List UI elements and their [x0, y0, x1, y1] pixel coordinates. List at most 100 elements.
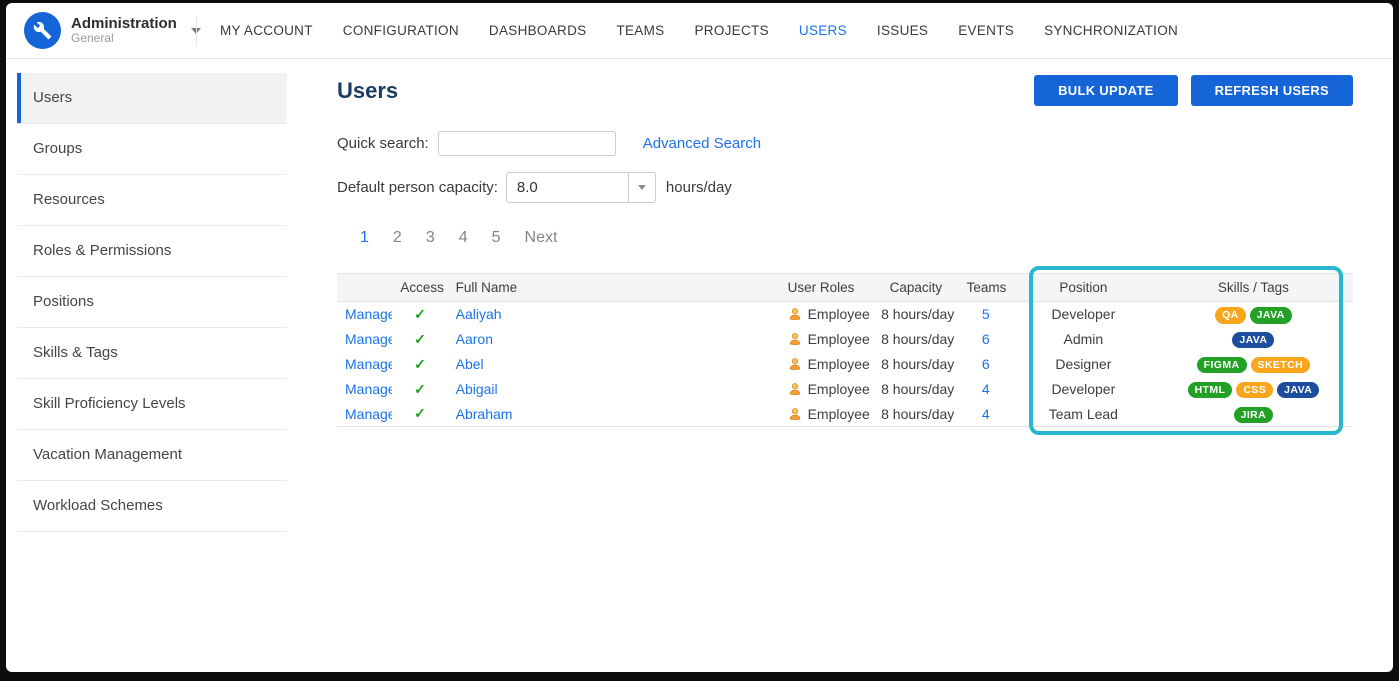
app-logo: [24, 12, 61, 49]
user-role-label: Employee: [808, 331, 870, 347]
nav-item-configuration[interactable]: CONFIGURATION: [343, 23, 459, 38]
quick-search-row: Quick search: Advanced Search: [337, 131, 1353, 156]
user-role-cell: Employee: [788, 406, 866, 422]
nav-item-issues[interactable]: ISSUES: [877, 23, 928, 38]
app-switcher[interactable]: Administration General: [6, 12, 196, 49]
skills-cell: JAVA: [1154, 327, 1353, 352]
skills-cell: HTMLCSSJAVA: [1154, 377, 1353, 402]
skill-badge-jira: JIRA: [1234, 407, 1274, 424]
pagination-page-2[interactable]: 2: [393, 229, 402, 247]
access-check-icon: ✓: [414, 331, 426, 347]
sidebar-item-skill-proficiency-levels[interactable]: Skill Proficiency Levels: [17, 379, 287, 430]
sidebar-item-positions[interactable]: Positions: [17, 277, 287, 328]
teams-count-link[interactable]: 4: [982, 406, 990, 422]
teams-count-link[interactable]: 6: [982, 331, 990, 347]
header-buttons: BULK UPDATE REFRESH USERS: [1034, 75, 1353, 106]
nav-item-users[interactable]: USERS: [799, 23, 847, 38]
person-icon: [788, 382, 802, 396]
full-name-link[interactable]: Aaliyah: [456, 306, 502, 322]
position-cell: Developer: [1051, 381, 1115, 397]
teams-count-link[interactable]: 6: [982, 356, 990, 372]
nav-item-events[interactable]: EVENTS: [958, 23, 1014, 38]
skill-badge-java: JAVA: [1250, 307, 1292, 324]
capacity-dropdown-button[interactable]: [628, 173, 655, 202]
user-role-cell: Employee: [788, 356, 866, 372]
skill-badge-qa: QA: [1215, 307, 1246, 324]
nav-item-teams[interactable]: TEAMS: [616, 23, 664, 38]
users-table-wrap: Access Full Name User Roles Capacity Tea…: [337, 273, 1353, 427]
full-name-link[interactable]: Aaron: [456, 331, 493, 347]
sidebar-item-roles-permissions[interactable]: Roles & Permissions: [17, 226, 287, 277]
position-cell: Team Lead: [1049, 406, 1118, 422]
manage-link[interactable]: Manage: [345, 331, 392, 347]
pagination-next[interactable]: Next: [525, 229, 558, 247]
sidebar-item-skills-tags[interactable]: Skills & Tags: [17, 328, 287, 379]
nav-item-dashboards[interactable]: DASHBOARDS: [489, 23, 587, 38]
app-title-block: Administration General: [71, 15, 177, 46]
teams-count-link[interactable]: 4: [982, 381, 990, 397]
col-header-skills: Skills / Tags: [1154, 274, 1353, 302]
access-check-icon: ✓: [414, 381, 426, 397]
full-name-link[interactable]: Abraham: [456, 406, 513, 422]
manage-link[interactable]: Manage: [345, 406, 392, 422]
full-name-link[interactable]: Abel: [456, 356, 484, 372]
refresh-users-button[interactable]: REFRESH USERS: [1191, 75, 1353, 106]
pagination-pages: 1 2 3 4 5: [360, 229, 501, 247]
pagination: 1 2 3 4 5 Next: [337, 229, 1353, 247]
quick-search-input[interactable]: [438, 131, 616, 156]
col-header-full-name: Full Name: [448, 274, 780, 302]
nav-item-synchronization[interactable]: SYNCHRONIZATION: [1044, 23, 1178, 38]
bulk-update-button[interactable]: BULK UPDATE: [1034, 75, 1178, 106]
user-role-label: Employee: [808, 356, 870, 372]
full-name-link[interactable]: Abigail: [456, 381, 498, 397]
person-icon: [788, 332, 802, 346]
app-window: Administration General MY ACCOUNT CONFIGU…: [6, 3, 1393, 672]
advanced-search-link[interactable]: Advanced Search: [643, 135, 761, 152]
skill-badge-java: JAVA: [1232, 332, 1274, 349]
access-check-icon: ✓: [414, 356, 426, 372]
nav-item-projects[interactable]: PROJECTS: [694, 23, 768, 38]
capacity-value[interactable]: 8.0: [507, 173, 628, 202]
pagination-page-5[interactable]: 5: [492, 229, 501, 247]
manage-link[interactable]: Manage: [345, 381, 392, 397]
pagination-page-4[interactable]: 4: [459, 229, 468, 247]
table-row: Manage ✓ Aaliyah Employee 8 hours/day 5 …: [337, 302, 1353, 327]
sidebar-item-groups[interactable]: Groups: [17, 124, 287, 175]
wrench-icon: [33, 21, 52, 40]
access-check-icon: ✓: [414, 405, 426, 421]
sidebar-item-vacation-management[interactable]: Vacation Management: [17, 430, 287, 481]
person-icon: [788, 307, 802, 321]
quick-search-label: Quick search:: [337, 135, 429, 152]
teams-count-link[interactable]: 5: [982, 306, 990, 322]
capacity-cell: 8 hours/day: [881, 306, 954, 322]
users-table: Access Full Name User Roles Capacity Tea…: [337, 273, 1353, 427]
top-bar: Administration General MY ACCOUNT CONFIGU…: [6, 3, 1393, 59]
sidebar: UsersGroupsResourcesRoles & PermissionsP…: [6, 59, 287, 671]
table-header-row: Access Full Name User Roles Capacity Tea…: [337, 274, 1353, 302]
capacity-select[interactable]: 8.0: [506, 172, 656, 203]
position-cell: Developer: [1051, 306, 1115, 322]
manage-link[interactable]: Manage: [345, 306, 392, 322]
pagination-page-1[interactable]: 1: [360, 229, 369, 247]
col-header-user-roles: User Roles: [780, 274, 874, 302]
main-header: Users BULK UPDATE REFRESH USERS: [337, 75, 1353, 106]
capacity-unit: hours/day: [666, 179, 732, 196]
position-cell: Admin: [1064, 331, 1104, 347]
pagination-page-3[interactable]: 3: [426, 229, 435, 247]
manage-link[interactable]: Manage: [345, 356, 392, 372]
sidebar-item-users[interactable]: Users: [17, 73, 287, 124]
col-header-access: Access: [392, 274, 447, 302]
user-role-cell: Employee: [788, 331, 866, 347]
user-role-label: Employee: [808, 306, 870, 322]
nav-item-my-account[interactable]: MY ACCOUNT: [220, 23, 313, 38]
sidebar-item-resources[interactable]: Resources: [17, 175, 287, 226]
person-icon: [788, 407, 802, 421]
sidebar-item-workload-schemes[interactable]: Workload Schemes: [17, 481, 287, 532]
topbar-divider: [196, 16, 197, 46]
skill-badge-figma: FIGMA: [1197, 357, 1247, 374]
app-title: Administration: [71, 15, 177, 32]
user-role-label: Employee: [808, 381, 870, 397]
col-header-capacity: Capacity: [873, 274, 959, 302]
access-check-icon: ✓: [414, 306, 426, 322]
page-title: Users: [337, 78, 398, 104]
